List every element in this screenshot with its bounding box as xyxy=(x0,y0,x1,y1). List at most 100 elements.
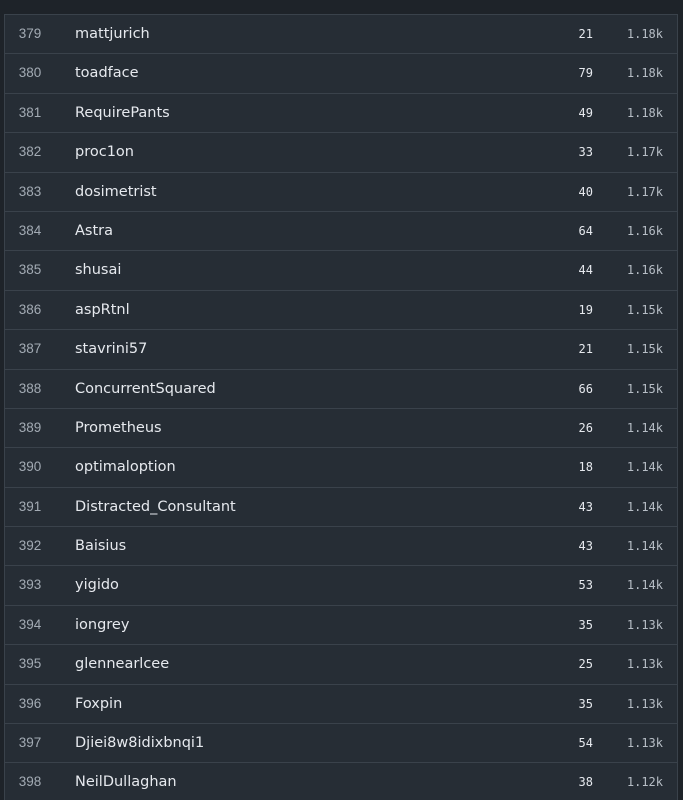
rank-number: 381 xyxy=(18,104,42,120)
username-link[interactable]: yigido xyxy=(75,566,119,604)
rank-number: 394 xyxy=(18,616,42,632)
count-value: 25 xyxy=(578,657,593,672)
username-link[interactable]: mattjurich xyxy=(75,15,150,53)
count-value: 38 xyxy=(578,775,593,790)
table-row[interactable]: 381 RequirePants 49 1.18k xyxy=(5,94,677,134)
rank-number: 386 xyxy=(18,301,42,317)
rank-number: 382 xyxy=(18,144,42,160)
username-link[interactable]: Distracted_Consultant xyxy=(75,488,236,526)
username-link[interactable]: Astra xyxy=(75,212,113,250)
count-value: 21 xyxy=(578,27,593,41)
username-link[interactable]: Baisius xyxy=(75,527,126,565)
rank-number: 385 xyxy=(18,262,42,278)
username-link[interactable]: optimaloption xyxy=(75,448,176,486)
table-row[interactable]: 383 dosimetrist 40 1.17k xyxy=(5,173,677,212)
rank-number: 384 xyxy=(18,222,42,238)
score-value: 1.15k xyxy=(626,342,663,357)
rank-number: 379 xyxy=(18,26,42,41)
table-row[interactable]: 394 iongrey 35 1.13k xyxy=(5,606,677,646)
count-value: 79 xyxy=(578,66,593,81)
score-value: 1.16k xyxy=(626,223,663,238)
count-value: 26 xyxy=(578,420,593,435)
count-value: 53 xyxy=(578,578,593,593)
score-value: 1.14k xyxy=(626,539,663,554)
table-row[interactable]: 396 Foxpin 35 1.13k xyxy=(5,685,677,725)
username-link[interactable]: Foxpin xyxy=(75,685,122,723)
username-link[interactable]: proc1on xyxy=(75,133,134,171)
count-value: 18 xyxy=(578,460,593,475)
count-value: 64 xyxy=(578,223,593,238)
count-value: 35 xyxy=(578,617,593,632)
score-value: 1.15k xyxy=(626,302,663,317)
rank-number: 388 xyxy=(18,380,42,396)
rank-number: 397 xyxy=(18,735,42,751)
table-row[interactable]: 390 optimaloption 18 1.14k xyxy=(5,448,677,488)
leaderboard-page: 379 mattjurich 21 1.18k 380 toadface 79 1.18k 38… xyxy=(0,0,683,800)
count-value: 49 xyxy=(578,105,593,120)
username-link[interactable]: Prometheus xyxy=(75,409,162,447)
rank-number: 387 xyxy=(18,341,42,357)
username-link[interactable]: glennearlcee xyxy=(75,645,169,683)
table-row[interactable]: 387 stavrini57 21 1.15k xyxy=(5,330,677,370)
username-link[interactable]: ConcurrentSquared xyxy=(75,370,216,408)
score-value: 1.14k xyxy=(626,578,663,593)
score-value: 1.16k xyxy=(626,263,663,278)
score-value: 1.13k xyxy=(626,657,663,672)
table-row[interactable]: 395 glennearlcee 25 1.13k xyxy=(5,645,677,685)
username-link[interactable]: stavrini57 xyxy=(75,330,147,368)
score-value: 1.17k xyxy=(626,145,663,160)
score-value: 1.18k xyxy=(626,105,663,120)
table-row[interactable]: 386 aspRtnl 19 1.15k xyxy=(5,291,677,331)
rank-number: 389 xyxy=(18,419,42,435)
table-row[interactable]: 391 Distracted_Consultant 43 1.14k xyxy=(5,488,677,528)
table-row[interactable]: 382 proc1on 33 1.17k xyxy=(5,133,677,173)
count-value: 33 xyxy=(578,145,593,160)
table-row[interactable]: 388 ConcurrentSquared 66 1.15k xyxy=(5,370,677,409)
score-value: 1.13k xyxy=(626,696,663,711)
count-value: 66 xyxy=(578,381,593,396)
rank-number: 393 xyxy=(18,577,42,593)
table-row[interactable]: 398 NeilDullaghan 38 1.12k xyxy=(5,763,677,800)
table-row[interactable]: 389 Prometheus 26 1.14k xyxy=(5,409,677,449)
username-link[interactable]: toadface xyxy=(75,54,139,92)
rank-number: 398 xyxy=(18,774,42,790)
table-row[interactable]: 392 Baisius 43 1.14k xyxy=(5,527,677,567)
rank-number: 383 xyxy=(18,183,42,199)
username-link[interactable]: NeilDullaghan xyxy=(75,763,177,800)
count-value: 19 xyxy=(578,302,593,317)
rank-number: 395 xyxy=(18,656,42,672)
table-row[interactable]: 385 shusai 44 1.16k xyxy=(5,251,677,291)
rank-number: 392 xyxy=(18,538,42,554)
leaderboard-table: 379 mattjurich 21 1.18k 380 toadface 79 1.18k 38… xyxy=(4,14,678,800)
username-link[interactable]: iongrey xyxy=(75,606,129,644)
rank-number: 396 xyxy=(18,695,42,711)
score-value: 1.17k xyxy=(626,184,663,199)
count-value: 40 xyxy=(578,184,593,199)
username-link[interactable]: RequirePants xyxy=(75,94,170,132)
score-value: 1.18k xyxy=(626,27,663,41)
score-value: 1.14k xyxy=(626,499,663,514)
count-value: 21 xyxy=(578,342,593,357)
count-value: 35 xyxy=(578,696,593,711)
table-row[interactable]: 393 yigido 53 1.14k xyxy=(5,566,677,606)
table-row[interactable]: 384 Astra 64 1.16k xyxy=(5,212,677,252)
count-value: 43 xyxy=(578,499,593,514)
rank-number: 380 xyxy=(18,65,42,81)
rank-number: 391 xyxy=(18,498,42,514)
username-link[interactable]: dosimetrist xyxy=(75,173,157,211)
count-value: 43 xyxy=(578,539,593,554)
table-row[interactable]: 379 mattjurich 21 1.18k xyxy=(5,15,677,55)
username-link[interactable]: Djiei8w8idixbnqi1 xyxy=(75,724,204,762)
score-value: 1.15k xyxy=(626,381,663,396)
table-row[interactable]: 380 toadface 79 1.18k xyxy=(5,54,677,94)
score-value: 1.14k xyxy=(626,460,663,475)
username-link[interactable]: shusai xyxy=(75,251,121,289)
score-value: 1.18k xyxy=(626,66,663,81)
score-value: 1.12k xyxy=(626,775,663,790)
score-value: 1.14k xyxy=(626,420,663,435)
table-row[interactable]: 397 Djiei8w8idixbnqi1 54 1.13k xyxy=(5,724,677,764)
score-value: 1.13k xyxy=(626,736,663,751)
count-value: 44 xyxy=(578,263,593,278)
username-link[interactable]: aspRtnl xyxy=(75,291,130,329)
rank-number: 390 xyxy=(18,459,42,475)
